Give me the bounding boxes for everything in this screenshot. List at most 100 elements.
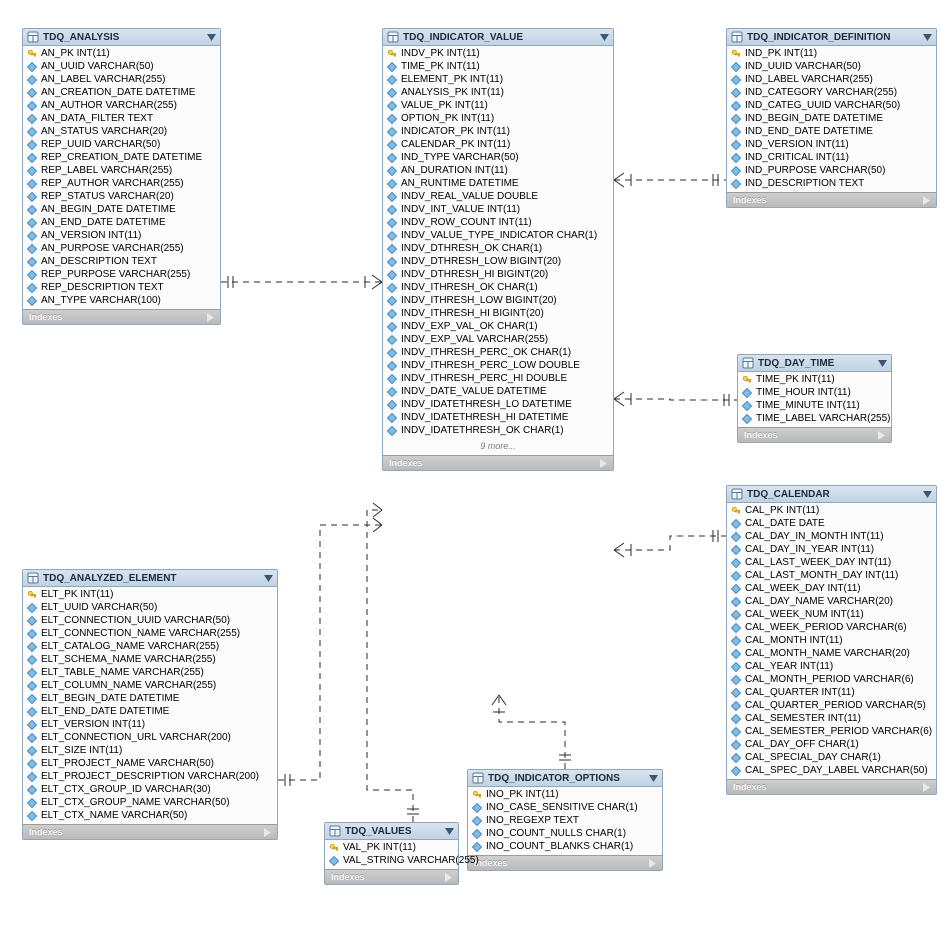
column-row[interactable]: INDV_DTHRESH_OK CHAR(1) (387, 242, 609, 255)
column-row[interactable]: ELT_TABLE_NAME VARCHAR(255) (27, 666, 273, 679)
column-row[interactable]: IND_CRITICAL INT(11) (731, 151, 932, 164)
column-row[interactable]: AN_BEGIN_DATE DATETIME (27, 203, 216, 216)
column-row[interactable]: INDV_EXP_VAL VARCHAR(255) (387, 333, 609, 346)
expand-icon[interactable] (207, 313, 214, 322)
column-row[interactable]: INDV_EXP_VAL_OK CHAR(1) (387, 320, 609, 333)
column-row[interactable]: AN_AUTHOR VARCHAR(255) (27, 99, 216, 112)
column-row[interactable]: IND_TYPE VARCHAR(50) (387, 151, 609, 164)
column-row[interactable]: CAL_SEMESTER_PERIOD VARCHAR(6) (731, 725, 932, 738)
table-header[interactable]: TDQ_CALENDAR (727, 486, 936, 503)
column-row[interactable]: INO_COUNT_BLANKS CHAR(1) (472, 840, 658, 853)
indexes-section[interactable]: Indexes (727, 192, 936, 207)
column-row[interactable]: IND_DESCRIPTION TEXT (731, 177, 932, 190)
collapse-icon[interactable] (207, 34, 216, 41)
column-row[interactable]: ELT_CTX_NAME VARCHAR(50) (27, 809, 273, 822)
column-row[interactable]: TIME_PK INT(11) (387, 60, 609, 73)
column-row[interactable]: IND_PURPOSE VARCHAR(50) (731, 164, 932, 177)
column-row[interactable]: INDV_IDATETHRESH_LO DATETIME (387, 398, 609, 411)
column-row[interactable]: ELT_BEGIN_DATE DATETIME (27, 692, 273, 705)
collapse-icon[interactable] (649, 775, 658, 782)
column-row[interactable]: CAL_PK INT(11) (731, 504, 932, 517)
column-row[interactable]: CAL_LAST_WEEK_DAY INT(11) (731, 556, 932, 569)
table-header[interactable]: TDQ_INDICATOR_OPTIONS (468, 770, 662, 787)
expand-icon[interactable] (923, 196, 930, 205)
column-row[interactable]: VAL_STRING VARCHAR(255) (329, 854, 454, 867)
column-row[interactable]: AN_DATA_FILTER TEXT (27, 112, 216, 125)
column-row[interactable]: ELT_COLUMN_NAME VARCHAR(255) (27, 679, 273, 692)
column-row[interactable]: INDV_INT_VALUE INT(11) (387, 203, 609, 216)
column-row[interactable]: ELT_END_DATE DATETIME (27, 705, 273, 718)
column-row[interactable]: INDV_DTHRESH_HI BIGINT(20) (387, 268, 609, 281)
column-row[interactable]: CAL_WEEK_DAY INT(11) (731, 582, 932, 595)
table-header[interactable]: TDQ_VALUES (325, 823, 458, 840)
column-row[interactable]: IND_BEGIN_DATE DATETIME (731, 112, 932, 125)
column-row[interactable]: CAL_WEEK_NUM INT(11) (731, 608, 932, 621)
column-row[interactable]: CAL_MONTH_NAME VARCHAR(20) (731, 647, 932, 660)
column-row[interactable]: ELT_UUID VARCHAR(50) (27, 601, 273, 614)
column-row[interactable]: OPTION_PK INT(11) (387, 112, 609, 125)
column-row[interactable]: IND_PK INT(11) (731, 47, 932, 60)
column-row[interactable]: CAL_QUARTER_PERIOD VARCHAR(5) (731, 699, 932, 712)
column-row[interactable]: INDV_DTHRESH_LOW BIGINT(20) (387, 255, 609, 268)
column-row[interactable]: ELT_CTX_GROUP_ID VARCHAR(30) (27, 783, 273, 796)
column-row[interactable]: ELT_SCHEMA_NAME VARCHAR(255) (27, 653, 273, 666)
column-row[interactable]: AN_PK INT(11) (27, 47, 216, 60)
column-row[interactable]: TIME_PK INT(11) (742, 373, 887, 386)
expand-icon[interactable] (445, 873, 452, 882)
column-row[interactable]: TIME_LABEL VARCHAR(255) (742, 412, 887, 425)
column-row[interactable]: REP_AUTHOR VARCHAR(255) (27, 177, 216, 190)
column-row[interactable]: CAL_YEAR INT(11) (731, 660, 932, 673)
table-header[interactable]: TDQ_INDICATOR_DEFINITION (727, 29, 936, 46)
column-row[interactable]: INDV_PK INT(11) (387, 47, 609, 60)
indexes-section[interactable]: Indexes (23, 824, 277, 839)
table-header[interactable]: TDQ_ANALYZED_ELEMENT (23, 570, 277, 587)
column-row[interactable]: REP_UUID VARCHAR(50) (27, 138, 216, 151)
column-row[interactable]: ELT_CTX_GROUP_NAME VARCHAR(50) (27, 796, 273, 809)
expand-icon[interactable] (649, 859, 656, 868)
column-row[interactable]: INDV_REAL_VALUE DOUBLE (387, 190, 609, 203)
db-table-indicator_options[interactable]: TDQ_INDICATOR_OPTIONS INO_PK INT(11) INO… (467, 769, 663, 871)
column-row[interactable]: CAL_DATE DATE (731, 517, 932, 530)
column-row[interactable]: ELT_CONNECTION_UUID VARCHAR(50) (27, 614, 273, 627)
column-row[interactable]: INO_CASE_SENSITIVE CHAR(1) (472, 801, 658, 814)
column-row[interactable]: CAL_DAY_OFF CHAR(1) (731, 738, 932, 751)
table-header[interactable]: TDQ_INDICATOR_VALUE (383, 29, 613, 46)
indexes-section[interactable]: Indexes (727, 779, 936, 794)
expand-icon[interactable] (264, 828, 271, 837)
column-row[interactable]: ELT_VERSION INT(11) (27, 718, 273, 731)
column-row[interactable]: REP_DESCRIPTION TEXT (27, 281, 216, 294)
collapse-icon[interactable] (923, 491, 932, 498)
column-row[interactable]: INO_REGEXP TEXT (472, 814, 658, 827)
column-row[interactable]: CAL_DAY_IN_MONTH INT(11) (731, 530, 932, 543)
column-row[interactable]: AN_TYPE VARCHAR(100) (27, 294, 216, 307)
table-header[interactable]: TDQ_ANALYSIS (23, 29, 220, 46)
column-row[interactable]: AN_END_DATE DATETIME (27, 216, 216, 229)
expand-icon[interactable] (600, 459, 607, 468)
column-row[interactable]: IND_END_DATE DATETIME (731, 125, 932, 138)
db-table-indicator_value[interactable]: TDQ_INDICATOR_VALUE INDV_PK INT(11) TIME… (382, 28, 614, 471)
column-row[interactable]: ELT_CONNECTION_NAME VARCHAR(255) (27, 627, 273, 640)
column-row[interactable]: AN_PURPOSE VARCHAR(255) (27, 242, 216, 255)
column-row[interactable]: ELEMENT_PK INT(11) (387, 73, 609, 86)
column-row[interactable]: ELT_PROJECT_NAME VARCHAR(50) (27, 757, 273, 770)
column-row[interactable]: VALUE_PK INT(11) (387, 99, 609, 112)
column-row[interactable]: INDV_ITHRESH_OK CHAR(1) (387, 281, 609, 294)
column-row[interactable]: INDV_IDATETHRESH_HI DATETIME (387, 411, 609, 424)
collapse-icon[interactable] (923, 34, 932, 41)
column-row[interactable]: CAL_MONTH_PERIOD VARCHAR(6) (731, 673, 932, 686)
column-row[interactable]: INO_PK INT(11) (472, 788, 658, 801)
expand-icon[interactable] (923, 783, 930, 792)
column-row[interactable]: INDICATOR_PK INT(11) (387, 125, 609, 138)
column-row[interactable]: CAL_MONTH INT(11) (731, 634, 932, 647)
column-row[interactable]: AN_LABEL VARCHAR(255) (27, 73, 216, 86)
collapse-icon[interactable] (264, 575, 273, 582)
table-header[interactable]: TDQ_DAY_TIME (738, 355, 891, 372)
column-row[interactable]: IND_VERSION INT(11) (731, 138, 932, 151)
column-row[interactable]: REP_CREATION_DATE DATETIME (27, 151, 216, 164)
more-columns-label[interactable]: 9 more... (383, 439, 613, 455)
collapse-icon[interactable] (878, 360, 887, 367)
column-row[interactable]: CAL_LAST_MONTH_DAY INT(11) (731, 569, 932, 582)
indexes-section[interactable]: Indexes (738, 427, 891, 442)
indexes-section[interactable]: Indexes (325, 869, 458, 884)
column-row[interactable]: INDV_ITHRESH_PERC_HI DOUBLE (387, 372, 609, 385)
